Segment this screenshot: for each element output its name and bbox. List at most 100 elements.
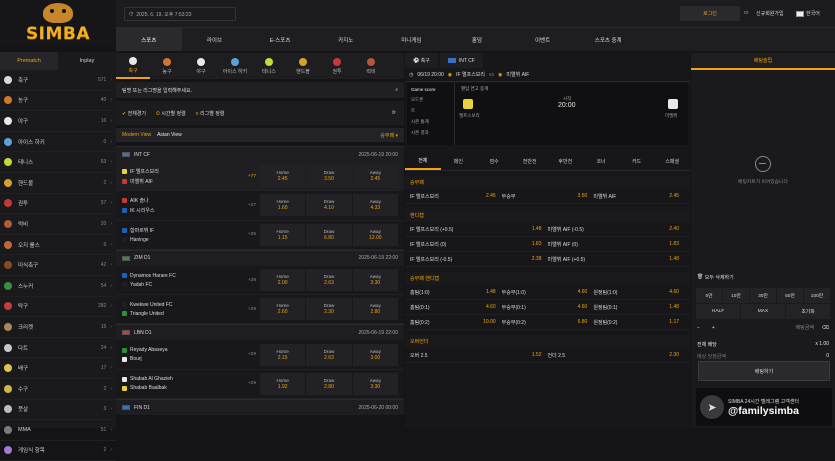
- market-title[interactable]: 핸디캡: [405, 209, 690, 222]
- match-row[interactable]: Kwekwe United FC Triangle United +29 Home 2.…: [116, 295, 404, 325]
- search-input[interactable]: 팀명 또는 리그명을 입력해주세요.: [122, 87, 192, 94]
- search-bar[interactable]: 팀명 또는 리그명을 입력해주세요. ⌕: [116, 82, 404, 98]
- nav-sports-stream[interactable]: 스포츠 중계: [575, 28, 641, 51]
- bet-tab[interactable]: 코너: [583, 153, 619, 170]
- sidebar-item-sport[interactable]: 럭비 20 ›: [0, 214, 116, 235]
- odds-away-button[interactable]: Away 4.33: [352, 194, 398, 217]
- sport-tab[interactable]: 축구: [116, 53, 150, 79]
- brand-logo[interactable]: SIMBA: [0, 0, 116, 46]
- bet-tab[interactable]: 후반전: [548, 153, 584, 170]
- market-odds-button[interactable]: 미엘뷔 AIF (+0.5) 1.48: [548, 256, 686, 263]
- odds-away-button[interactable]: Away 2.45: [352, 165, 398, 188]
- sidebar-item-sport[interactable]: 스누커 54 ›: [0, 276, 116, 297]
- refresh-icon[interactable]: ⟳: [392, 110, 396, 116]
- nav-esports[interactable]: E-스포츠: [247, 28, 313, 51]
- nav-minigame[interactable]: 미니게임: [379, 28, 445, 51]
- more-markets-link[interactable]: +27: [234, 203, 260, 208]
- eraser-icon[interactable]: ⌫: [822, 325, 829, 331]
- telegram-banner[interactable]: ➤ SIMBA 24시간 텔레그램 고객센터 @familysimba: [696, 388, 832, 426]
- odds-home-button[interactable]: Home 2.60: [260, 298, 306, 321]
- match-row[interactable]: Reyady Abaseya Bourj +29 Home 2.15 Draw 2.63 Aw…: [116, 340, 404, 370]
- signup-link[interactable]: 신규회원가입: [756, 10, 784, 17]
- sport-tab[interactable]: 야구: [184, 53, 218, 79]
- sport-tab[interactable]: 아이스 하키: [218, 53, 252, 79]
- sidebar-item-sport[interactable]: MMA 51 ›: [0, 420, 116, 441]
- quick-amount-button[interactable]: 30만: [750, 288, 776, 303]
- more-markets-link[interactable]: +29: [234, 307, 260, 312]
- odds-home-button[interactable]: Home 1.15: [260, 223, 306, 246]
- market-odds-button[interactable]: 오버 2.5 1.52: [410, 352, 548, 359]
- modern-view-button[interactable]: Modern View: [122, 132, 151, 138]
- search-icon[interactable]: ⌕: [395, 87, 398, 93]
- market-odds-button[interactable]: 무승부 3.50: [502, 193, 594, 200]
- sidebar-item-sport[interactable]: 오지 룰스 6 ›: [0, 235, 116, 256]
- scoreboard-menu-item[interactable]: 시즌 결과: [411, 130, 450, 136]
- filter-time[interactable]: ⏱ 시간별 정렬: [156, 110, 186, 117]
- league-header[interactable]: ZIM D1 2025-06-19 22:00: [116, 249, 404, 266]
- sport-tab[interactable]: 권투: [320, 53, 354, 79]
- league-header[interactable]: INT CF 2025-06-19 20:00: [116, 146, 404, 162]
- minus-icon[interactable]: −: [697, 325, 700, 331]
- market-odds-button[interactable]: 미엘뷔 AIF 2.45: [593, 193, 685, 200]
- odds-away-button[interactable]: Away 3.30: [352, 372, 398, 395]
- sidebar-item-sport[interactable]: 핸드볼 2 ›: [0, 173, 116, 194]
- odds-home-button[interactable]: Home 1.92: [260, 372, 306, 395]
- scoreboard-menu-item[interactable]: 시즌 통계: [411, 119, 450, 125]
- amount-input[interactable]: 배팅금액: [796, 324, 814, 331]
- more-markets-link[interactable]: +25: [234, 232, 260, 237]
- reset-button[interactable]: 초기화: [786, 304, 830, 319]
- odds-draw-button[interactable]: Draw 3.50: [306, 165, 352, 188]
- match-row[interactable]: Dynamos Harare FC Yadah FC +29 Home 2.00 Draw…: [116, 265, 404, 296]
- market-odds-button[interactable]: IF 엘프스보리 (-0.5) 2.38: [410, 256, 548, 263]
- more-markets-link[interactable]: +77: [234, 174, 260, 179]
- odds-draw-button[interactable]: Draw 4.10: [306, 194, 352, 217]
- sidebar-item-sport[interactable]: 야구 16 ›: [0, 111, 116, 132]
- nav-casino[interactable]: 카지노: [313, 28, 379, 51]
- market-odds-button[interactable]: 원정팀(0:1) 1.48: [593, 304, 685, 311]
- sidebar-item-sport[interactable]: 아이스 하키 0 ›: [0, 132, 116, 153]
- match-row[interactable]: AIK 솔나 IK 시리우스 +27 Home 1.60 Draw 4.10 Away 4.33: [116, 191, 404, 221]
- filter-league[interactable]: ≡ 리그별 정렬: [196, 110, 225, 117]
- market-odds-button[interactable]: 미엘뷔 AIF (0) 1.83: [548, 241, 686, 248]
- odds-home-button[interactable]: Home 1.60: [260, 194, 306, 217]
- sidebar-item-sport[interactable]: 게임식 항목 2 ›: [0, 441, 116, 461]
- bet-tab[interactable]: 전반전: [512, 153, 548, 170]
- odds-draw-button[interactable]: Draw 2.80: [306, 372, 352, 395]
- market-title[interactable]: 승무패: [405, 176, 690, 189]
- scoreboard-menu-item[interactable]: Game score: [411, 87, 450, 92]
- bet-tab[interactable]: 전체: [405, 153, 441, 170]
- market-title[interactable]: 오버언더: [405, 335, 690, 348]
- odds-away-button[interactable]: Away 3.30: [352, 269, 398, 292]
- nav-holdem[interactable]: 홀덤: [444, 28, 510, 51]
- sidebar-item-sport[interactable]: 권투 57 ›: [0, 194, 116, 215]
- market-odds-button[interactable]: 홈팀(0:1) 4.60: [410, 304, 502, 311]
- odds-draw-button[interactable]: Draw 2.63: [306, 269, 352, 292]
- more-markets-link[interactable]: +29: [234, 278, 260, 283]
- asian-view-button[interactable]: Asian View: [157, 132, 182, 138]
- filter-all[interactable]: ✔ 전체경기: [122, 110, 146, 117]
- market-select[interactable]: 승무패 ▾: [380, 132, 398, 139]
- detail-tab-sport[interactable]: ⚽ 축구: [405, 53, 438, 68]
- market-odds-button[interactable]: 미엘뷔 AIF (-0.5) 2.40: [548, 226, 686, 233]
- odds-away-button[interactable]: Away 3.00: [352, 343, 398, 366]
- nav-sports[interactable]: 스포츠: [116, 28, 182, 51]
- sidebar-item-sport[interactable]: 테니스 63 ›: [0, 152, 116, 173]
- quick-amount-button[interactable]: 10만: [723, 288, 749, 303]
- bet-tab[interactable]: 스페셜: [654, 153, 690, 170]
- odds-home-button[interactable]: Home 2.45: [260, 165, 306, 188]
- sidebar-item-sport[interactable]: 농구 40 ›: [0, 91, 116, 112]
- market-odds-button[interactable]: IF 엘프스보리 2.45: [410, 193, 502, 200]
- bet-tab[interactable]: 점수: [476, 153, 512, 170]
- bet-tab[interactable]: 메인: [441, 153, 477, 170]
- odds-home-button[interactable]: Home 2.00: [260, 269, 306, 292]
- more-markets-link[interactable]: +29: [234, 381, 260, 386]
- market-odds-button[interactable]: 원정팀(1:0) 4.60: [593, 289, 685, 296]
- login-button[interactable]: 로그인: [680, 6, 740, 21]
- market-odds-button[interactable]: IF 엘프스보리 (0) 1.83: [410, 241, 548, 248]
- sidebar-item-sport[interactable]: 탁구 282 ›: [0, 297, 116, 318]
- odds-home-button[interactable]: Home 2.15: [260, 343, 306, 366]
- market-odds-button[interactable]: 원정팀(0:2) 1.17: [593, 319, 685, 326]
- league-header[interactable]: LBN D1 2025-06-19 22:00: [116, 324, 404, 341]
- tab-inplay[interactable]: Inplay: [58, 52, 116, 70]
- odds-draw-button[interactable]: Draw 2.30: [306, 298, 352, 321]
